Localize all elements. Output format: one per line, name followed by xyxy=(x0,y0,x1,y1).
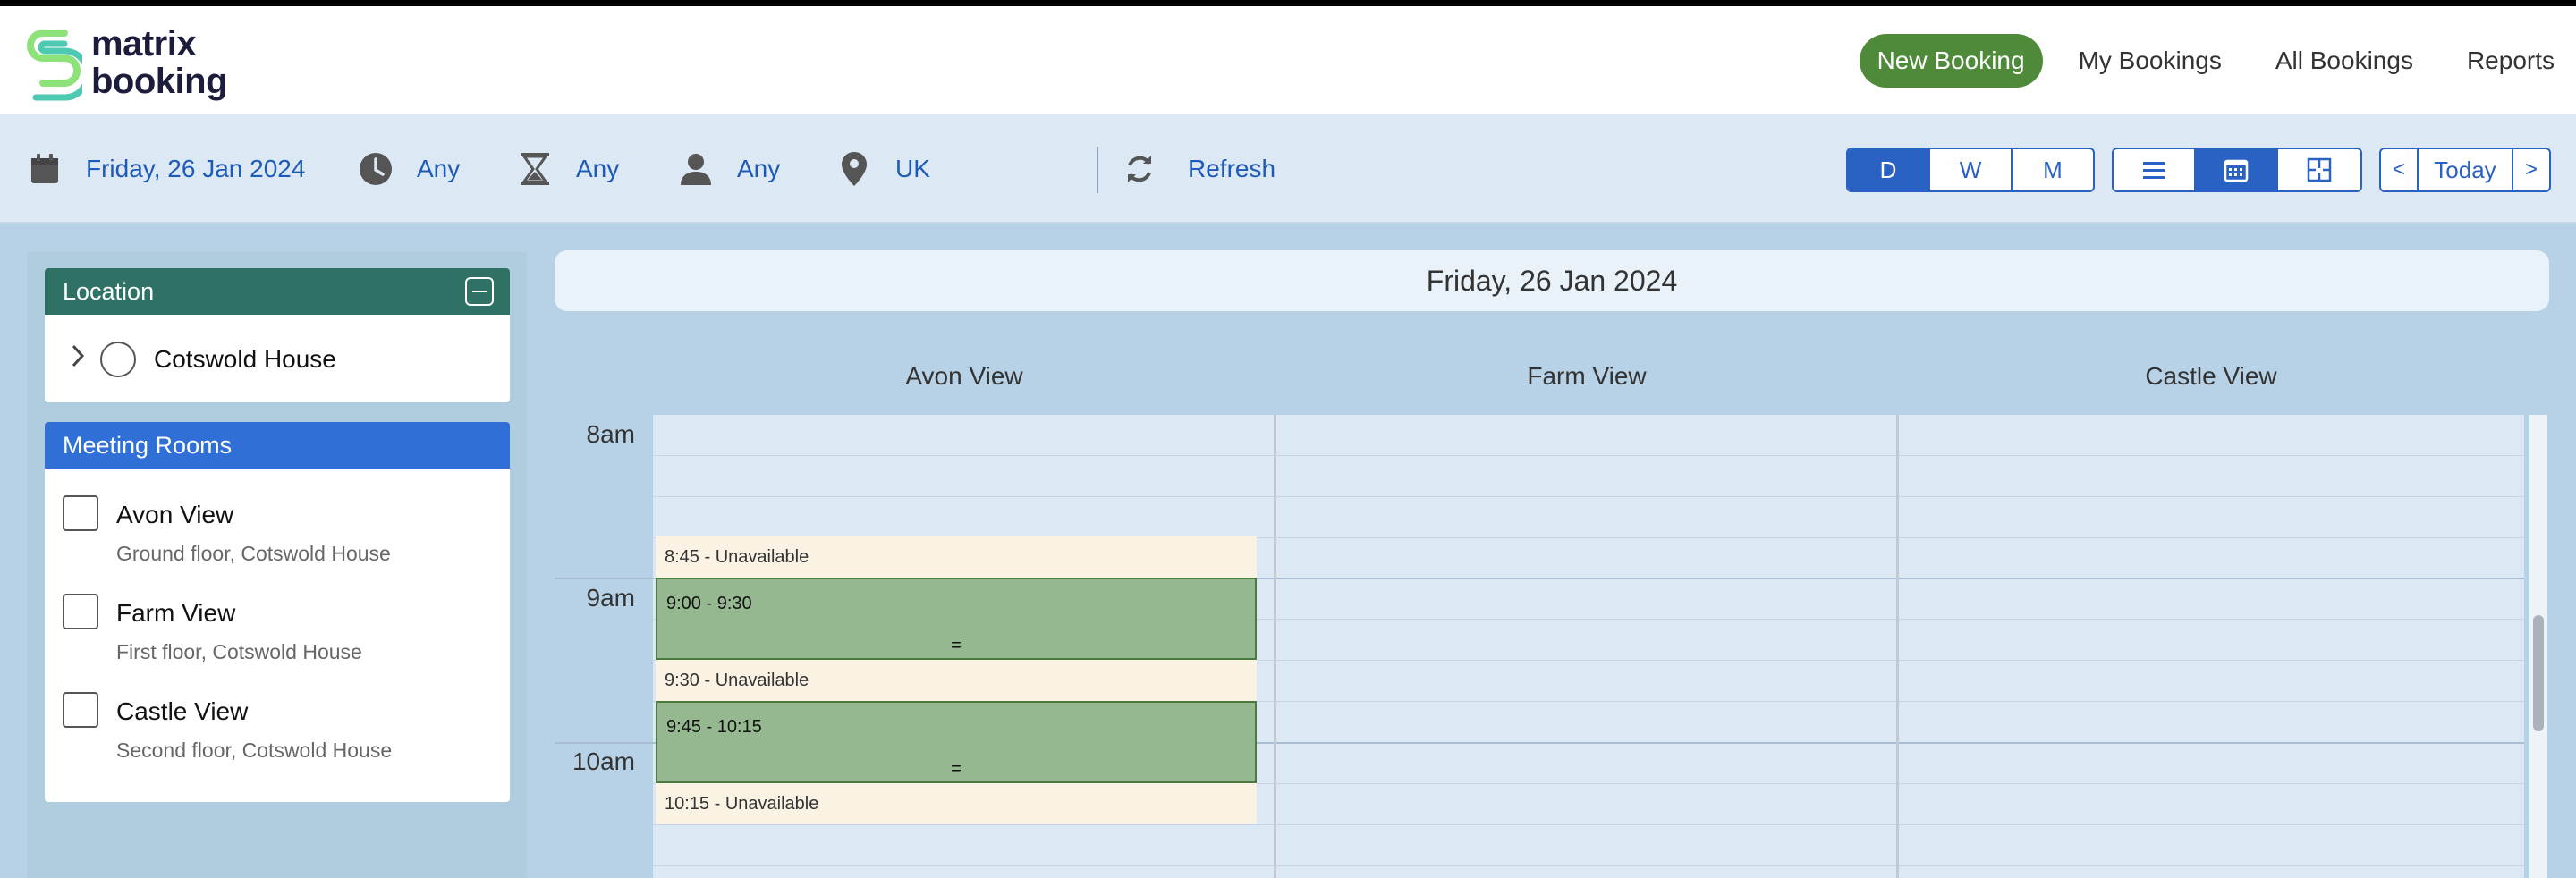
room-checkbox[interactable] xyxy=(63,594,98,629)
time-label: 9am xyxy=(586,584,635,612)
meeting-rooms-header: Meeting Rooms xyxy=(45,422,510,469)
column-divider xyxy=(1896,415,1899,878)
location-panel-title: Location xyxy=(63,277,155,305)
column-header-castle-view: Castle View xyxy=(1898,338,2524,415)
column-header-avon-view: Avon View xyxy=(653,338,1275,415)
location-filter-label: UK xyxy=(895,155,930,182)
booking-time: 9:45 - 10:15 xyxy=(666,717,762,737)
calendar-date-header: Friday, 26 Jan 2024 xyxy=(555,250,2549,311)
booking-time: 9:00 - 9:30 xyxy=(666,594,752,613)
hour-tick xyxy=(555,742,653,744)
unavailable-slot: 8:45 - Unavailable xyxy=(656,536,1257,578)
resize-handle[interactable]: = xyxy=(657,636,1255,656)
collapse-icon[interactable] xyxy=(465,277,494,306)
room-item-avon-view: Avon View Ground floor, Cotswold House xyxy=(45,469,510,567)
logo-text: matrix booking xyxy=(91,24,228,101)
filter-bar: Friday, 26 Jan 2024 Any Any Any UK Refre… xyxy=(0,114,2576,224)
location-radio[interactable] xyxy=(100,341,136,377)
hourglass-icon xyxy=(517,151,553,187)
room-name: Avon View xyxy=(116,501,234,528)
location-panel-header: Location xyxy=(45,268,510,315)
filter-separator xyxy=(1097,147,1098,193)
chevron-right-icon[interactable] xyxy=(70,343,97,376)
view-toggle: D W M xyxy=(1846,148,2095,192)
next-day-button[interactable]: > xyxy=(2513,149,2549,190)
floorplan-icon xyxy=(2307,157,2332,182)
prev-day-button[interactable]: < xyxy=(2381,149,2419,190)
meeting-rooms-panel: Meeting Rooms Avon View Ground floor, Co… xyxy=(45,422,510,802)
map-pin-icon xyxy=(836,151,872,187)
time-filter[interactable]: Any xyxy=(358,114,460,224)
person-icon xyxy=(678,151,714,187)
refresh-label: Refresh xyxy=(1188,155,1276,182)
matrix-booking-logo[interactable]: matrix booking xyxy=(25,22,258,103)
resize-handle[interactable]: = xyxy=(657,759,1255,780)
calendar-icon xyxy=(27,151,63,187)
time-label: 8am xyxy=(586,420,635,448)
app-header: matrix booking New Booking My Bookings A… xyxy=(0,6,2576,114)
room-checkbox[interactable] xyxy=(63,495,98,531)
person-filter-label: Any xyxy=(737,155,781,182)
time-label: 10am xyxy=(572,747,635,775)
calendar-icon xyxy=(2224,159,2249,182)
nav-new-booking[interactable]: New Booking xyxy=(1859,34,2043,88)
nav-all-bookings[interactable]: All Bookings xyxy=(2249,34,2440,88)
refresh-icon xyxy=(1122,151,1157,187)
clock-icon xyxy=(358,151,394,187)
column-divider xyxy=(1274,415,1276,878)
logo-line-1: matrix xyxy=(91,24,197,63)
nav-my-bookings[interactable]: My Bookings xyxy=(2052,34,2249,88)
day-calendar: Avon View Farm View Castle View 8am 9am … xyxy=(555,338,2549,878)
layout-toggle xyxy=(2112,148,2362,192)
location-name: Cotswold House xyxy=(154,344,336,373)
room-location: Second floor, Cotswold House xyxy=(116,739,393,762)
unavailable-slot: 10:15 - Unavailable xyxy=(656,783,1257,824)
booking-block[interactable]: 9:00 - 9:30 = xyxy=(656,578,1257,660)
grid-line xyxy=(653,824,2524,825)
date-filter[interactable]: Friday, 26 Jan 2024 xyxy=(27,114,305,224)
duration-filter[interactable]: Any xyxy=(517,114,619,224)
hour-tick xyxy=(555,578,653,579)
room-name: Farm View xyxy=(116,599,236,627)
location-panel: Location Cotswold House xyxy=(45,268,510,402)
booking-block[interactable]: 9:45 - 10:15 = xyxy=(656,701,1257,783)
grid-line xyxy=(653,455,2524,456)
grid-line xyxy=(653,865,2524,866)
logo-mark-icon xyxy=(27,30,82,101)
room-name: Castle View xyxy=(116,697,249,725)
sidebar: Location Cotswold House Meeting Rooms Av… xyxy=(27,252,527,878)
calendar-scrollbar[interactable] xyxy=(2529,415,2547,878)
time-filter-label: Any xyxy=(417,155,461,182)
room-location: First floor, Cotswold House xyxy=(116,640,362,663)
column-header-farm-view: Farm View xyxy=(1275,338,1898,415)
location-filter[interactable]: UK xyxy=(836,114,930,224)
view-week-button[interactable]: W xyxy=(1930,149,2012,190)
duration-filter-label: Any xyxy=(576,155,620,182)
list-icon xyxy=(2143,162,2165,179)
today-button[interactable]: Today xyxy=(2419,149,2513,190)
person-filter[interactable]: Any xyxy=(678,114,780,224)
date-filter-label: Friday, 26 Jan 2024 xyxy=(86,155,306,182)
nav-reports[interactable]: Reports xyxy=(2440,34,2555,88)
room-item-castle-view: Castle View Second floor, Cotswold House xyxy=(45,665,510,764)
calendar-grid[interactable]: 8:45 - Unavailable 9:00 - 9:30 = 9:30 - … xyxy=(653,415,2524,878)
list-view-button[interactable] xyxy=(2114,149,2196,190)
logo-line-2: booking xyxy=(91,62,228,101)
room-checkbox[interactable] xyxy=(63,692,98,728)
unavailable-slot: 9:30 - Unavailable xyxy=(656,660,1257,701)
top-strip xyxy=(0,0,2576,6)
calendar-view-button[interactable] xyxy=(2196,149,2278,190)
floorplan-view-button[interactable] xyxy=(2278,149,2360,190)
refresh-button[interactable]: Refresh xyxy=(1122,114,1275,224)
scrollbar-thumb[interactable] xyxy=(2533,615,2544,731)
location-item: Cotswold House xyxy=(45,315,510,402)
main-nav: New Booking My Bookings All Bookings Rep… xyxy=(1859,34,2555,88)
room-item-farm-view: Farm View First floor, Cotswold House xyxy=(45,567,510,665)
view-month-button[interactable]: M xyxy=(2012,149,2093,190)
date-nav: < Today > xyxy=(2379,148,2551,192)
room-location: Ground floor, Cotswold House xyxy=(116,542,391,565)
grid-line xyxy=(653,496,2524,497)
meeting-rooms-title: Meeting Rooms xyxy=(63,431,233,459)
view-day-button[interactable]: D xyxy=(1848,149,1930,190)
